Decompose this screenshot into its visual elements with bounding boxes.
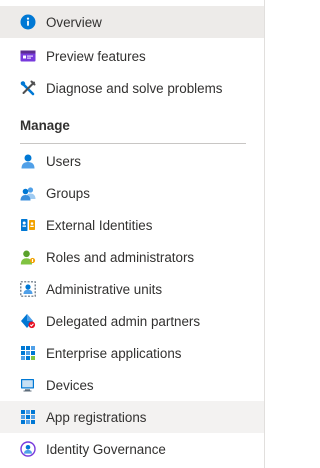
nav-item-diagnose-and-solve-problems[interactable]: Diagnose and solve problems xyxy=(0,72,265,104)
nav-item-label: Roles and administrators xyxy=(46,249,195,265)
nav-item-label: Enterprise applications xyxy=(46,345,182,361)
nav-item-overview[interactable]: Overview xyxy=(0,6,265,38)
devices-icon xyxy=(20,377,36,393)
nav-item-label: Administrative units xyxy=(46,281,163,297)
nav-item-label: Devices xyxy=(46,377,94,393)
app-registrations-icon xyxy=(20,409,36,425)
diagnose-tools-icon xyxy=(20,80,36,96)
external-identities-icon xyxy=(20,217,36,233)
nav-item-label: Groups xyxy=(46,185,90,201)
groups-icon xyxy=(20,185,36,201)
nav-item-label: Preview features xyxy=(46,48,146,64)
nav-item-label: Delegated admin partners xyxy=(46,313,201,329)
preview-features-icon xyxy=(20,48,36,64)
nav-item-label: Identity Governance xyxy=(46,441,166,457)
nav-item-label: External Identities xyxy=(46,217,153,233)
nav-item-label: App registrations xyxy=(46,409,147,425)
nav-item-label: Diagnose and solve problems xyxy=(46,80,223,96)
nav-item-label: Users xyxy=(46,153,81,169)
nav-item-external-identities[interactable]: External Identities xyxy=(0,209,265,241)
nav-item-devices[interactable]: Devices xyxy=(0,369,265,401)
nav-item-app-registrations[interactable]: App registrations xyxy=(0,401,265,433)
nav-item-delegated-admin-partners[interactable]: Delegated admin partners xyxy=(0,305,265,337)
nav-item-enterprise-applications[interactable]: Enterprise applications xyxy=(0,337,265,369)
nav-item-users[interactable]: Users xyxy=(0,145,265,177)
info-icon xyxy=(20,14,36,30)
admin-units-icon xyxy=(20,281,36,297)
nav-item-groups[interactable]: Groups xyxy=(0,177,265,209)
user-icon xyxy=(20,153,36,169)
nav-item-label: Overview xyxy=(46,14,102,30)
left-navigation-menu: Overview Preview features Diagnose and s… xyxy=(0,0,265,468)
nav-item-administrative-units[interactable]: Administrative units xyxy=(0,273,265,305)
nav-item-roles-and-administrators[interactable]: Roles and administrators xyxy=(0,241,265,273)
nav-item-identity-governance[interactable]: Identity Governance xyxy=(0,433,265,465)
nav-item-preview-features[interactable]: Preview features xyxy=(0,40,265,72)
roles-admin-icon xyxy=(20,249,36,265)
delegated-admin-icon xyxy=(20,313,36,329)
enterprise-apps-icon xyxy=(20,345,36,361)
identity-governance-icon xyxy=(20,441,36,457)
manage-section-header: Manage xyxy=(20,118,70,133)
section-divider xyxy=(20,143,246,144)
